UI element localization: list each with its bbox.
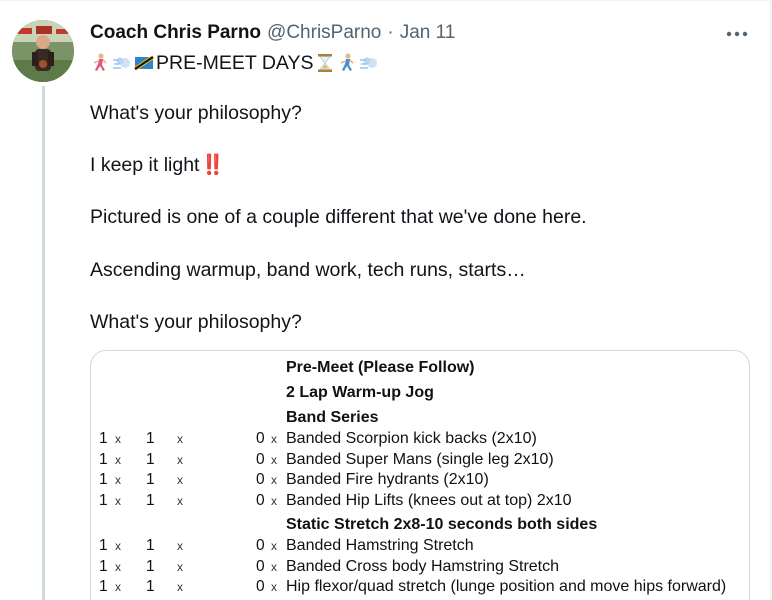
doc-stretch-header: Static Stretch 2x8-10 seconds both sides bbox=[286, 516, 598, 533]
row-exercise-name: Banded Scorpion kick backs (2x10) bbox=[286, 430, 537, 447]
tweet-paragraph-3: Pictured is one of a couple different th… bbox=[90, 206, 587, 228]
row-x-marker: x bbox=[115, 452, 121, 467]
row-exercise-name: Banded Super Mans (single leg 2x10) bbox=[286, 450, 554, 468]
row-sets: 1 bbox=[99, 492, 108, 510]
doc-warmup: 2 Lap Warm-up Jog bbox=[286, 384, 434, 401]
row-sets: 1 bbox=[99, 537, 108, 554]
row-x-marker: x bbox=[271, 559, 277, 574]
row-exercise-name: Banded Hamstring Stretch bbox=[286, 537, 474, 554]
row-exercise-name: Hip flexor/quad stretch (lunge position … bbox=[286, 578, 727, 596]
row-reps: 1 bbox=[146, 492, 155, 510]
thread-connector-line bbox=[42, 86, 45, 600]
doc-band-header: Band Series bbox=[286, 409, 379, 426]
avatar-image bbox=[12, 20, 74, 82]
tweet-paragraph-1: What's your philosophy? bbox=[90, 102, 302, 124]
row-weight: 0 bbox=[256, 578, 265, 596]
row-x-marker: x bbox=[115, 580, 121, 595]
row-sets: 1 bbox=[99, 450, 108, 468]
row-sets: 1 bbox=[99, 557, 108, 575]
author-handle[interactable]: @ChrisParno bbox=[267, 22, 381, 44]
doc-title: Pre-Meet (Please Follow) bbox=[286, 359, 475, 376]
header-separator: · bbox=[387, 22, 394, 43]
runner-emoji bbox=[337, 52, 357, 74]
row-sets: 1 bbox=[99, 471, 108, 489]
tweet-date[interactable]: Jan 11 bbox=[400, 22, 456, 44]
row-weight: 0 bbox=[256, 430, 265, 447]
row-x-marker: x bbox=[177, 432, 183, 446]
row-x-marker: x bbox=[271, 452, 277, 467]
row-reps: 1 bbox=[146, 537, 155, 554]
row-x-marker: x bbox=[177, 494, 183, 509]
row-reps: 1 bbox=[146, 450, 155, 468]
row-x-marker: x bbox=[271, 473, 277, 488]
row-weight: 0 bbox=[256, 450, 265, 468]
tweet-media-image[interactable]: Pre-Meet (Please Follow) 2 Lap Warm-up J… bbox=[90, 350, 750, 600]
dash-emoji bbox=[359, 52, 379, 74]
top-divider bbox=[0, 0, 772, 1]
row-exercise-name: Banded Fire hydrants (2x10) bbox=[286, 471, 489, 489]
row-x-marker: x bbox=[271, 432, 277, 446]
row-x-marker: x bbox=[271, 580, 277, 595]
row-sets: 1 bbox=[99, 578, 108, 596]
row-reps: 1 bbox=[146, 430, 155, 447]
row-weight: 0 bbox=[256, 492, 265, 510]
tweet-paragraph-2-text: I keep it light bbox=[90, 154, 200, 176]
row-exercise-name: Banded Hip Lifts (knees out at top) 2x10 bbox=[286, 492, 572, 510]
row-x-marker: x bbox=[115, 494, 121, 509]
tweet-paragraph-2: I keep it light‼️ bbox=[90, 152, 225, 178]
row-x-marker: x bbox=[177, 539, 183, 553]
row-x-marker: x bbox=[177, 559, 183, 574]
row-exercise-name: Banded Cross body Hamstring Stretch bbox=[286, 557, 560, 575]
row-x-marker: x bbox=[271, 539, 277, 553]
row-weight: 0 bbox=[256, 471, 265, 489]
tweet-paragraph-5: What's your philosophy? bbox=[90, 311, 302, 333]
double-exclamation-emoji: ‼️ bbox=[200, 154, 224, 176]
row-reps: 1 bbox=[146, 578, 155, 596]
row-reps: 1 bbox=[146, 471, 155, 489]
row-x-marker: x bbox=[177, 452, 183, 467]
flag-emoji bbox=[134, 52, 154, 74]
row-x-marker: x bbox=[115, 473, 121, 488]
row-x-marker: x bbox=[177, 473, 183, 488]
row-x-marker: x bbox=[115, 559, 121, 574]
more-horizontal-icon[interactable] bbox=[722, 24, 752, 44]
row-weight: 0 bbox=[256, 537, 265, 554]
avatar[interactable] bbox=[12, 20, 74, 82]
row-x-marker: x bbox=[115, 539, 121, 553]
runner-emoji bbox=[90, 52, 110, 74]
tweet-header: Coach Chris Parno @ChrisParno · Jan 11 bbox=[90, 20, 455, 46]
row-weight: 0 bbox=[256, 557, 265, 575]
author-name[interactable]: Coach Chris Parno bbox=[90, 22, 261, 44]
row-x-marker: x bbox=[271, 494, 277, 509]
row-x-marker: x bbox=[177, 580, 183, 595]
headline-text: PRE-MEET DAYS bbox=[156, 52, 314, 74]
dash-emoji bbox=[112, 52, 132, 74]
tweet-headline: PRE-MEET DAYS bbox=[90, 50, 379, 76]
hourglass-emoji bbox=[315, 52, 335, 74]
row-x-marker: x bbox=[115, 432, 121, 446]
tweet-paragraph-4: Ascending warmup, band work, tech runs, … bbox=[90, 259, 526, 281]
workout-document: Pre-Meet (Please Follow) 2 Lap Warm-up J… bbox=[91, 351, 749, 600]
row-reps: 1 bbox=[146, 557, 155, 575]
row-sets: 1 bbox=[99, 430, 108, 447]
